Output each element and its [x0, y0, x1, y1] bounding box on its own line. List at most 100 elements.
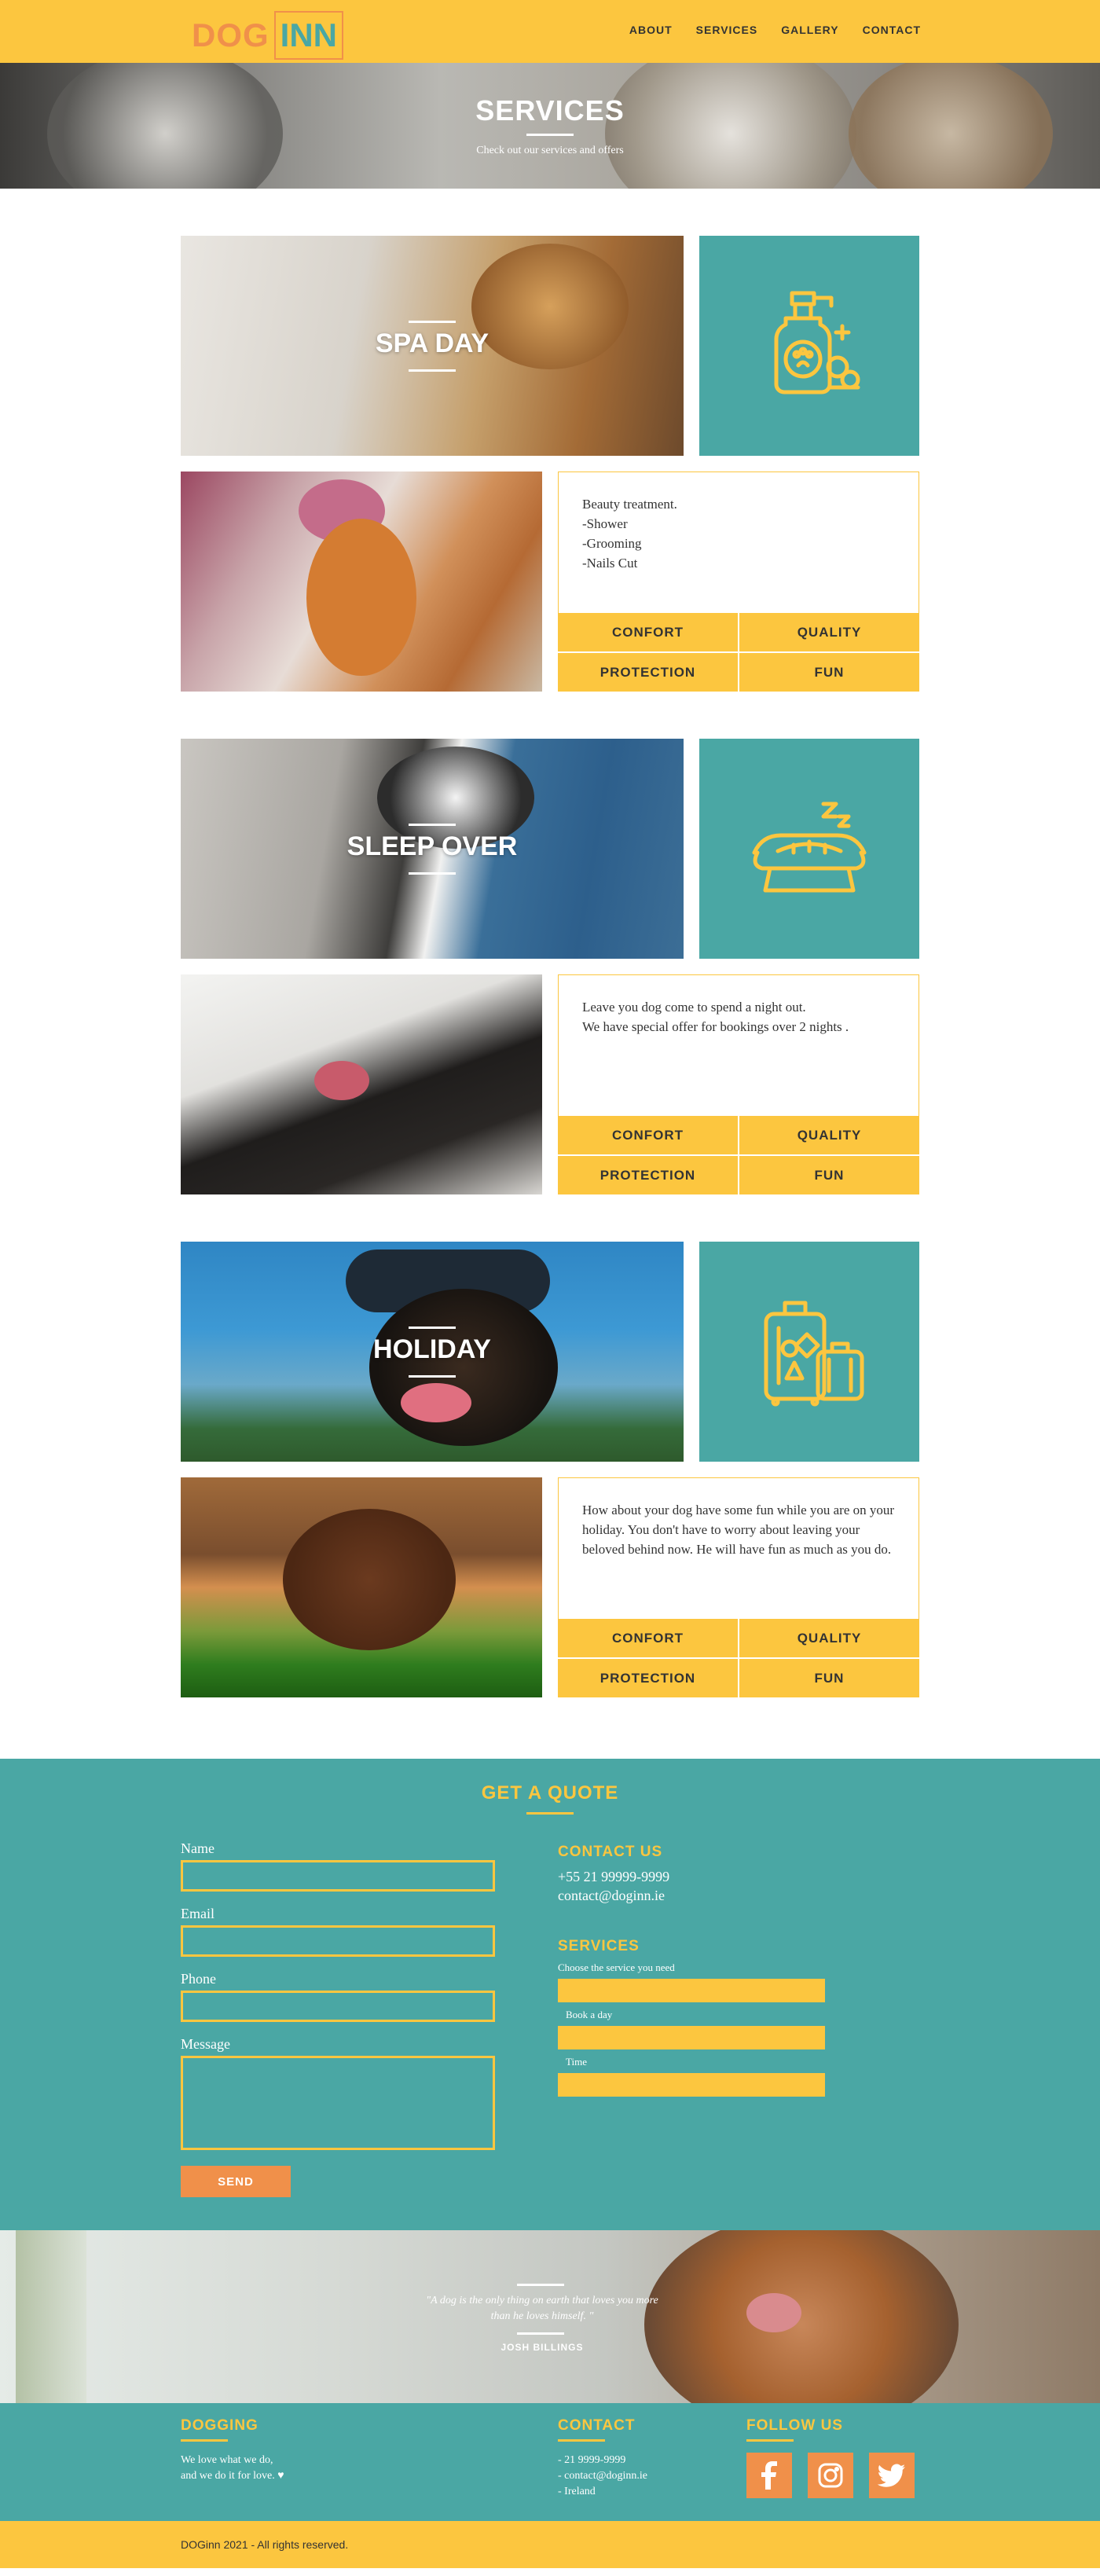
nav-link-services[interactable]: SERVICES: [696, 24, 758, 36]
tag-quality: QUALITY: [739, 1116, 919, 1154]
footer: DOGGING We love what we do, and we do it…: [0, 2403, 1100, 2521]
service-holiday: HOLIDAY How about your dog have some fun…: [0, 1242, 1100, 1745]
services-picker: SERVICES Choose the service you need Boo…: [558, 1938, 825, 2100]
service-title: SPA DAY: [375, 328, 490, 358]
banner-line-top: [409, 1327, 456, 1329]
tag-quality: QUALITY: [739, 613, 919, 651]
phone-label: Phone: [181, 1971, 216, 1987]
banner-line-top: [409, 321, 456, 323]
tag-confort: CONFORT: [558, 613, 738, 651]
footer-contact: CONTACT - 21 9999-9999 - contact@doginn.…: [558, 2417, 647, 2500]
shampoo-bottle-icon: [774, 291, 860, 394]
title-underline: [526, 134, 574, 136]
luggage-icon: [764, 1301, 864, 1407]
banner-line-bottom: [409, 369, 456, 372]
tag-fun: FUN: [739, 653, 919, 692]
footer-contact-heading: CONTACT: [558, 2417, 636, 2434]
tag-protection: PROTECTION: [558, 1156, 738, 1194]
time-label: Time: [566, 2056, 587, 2068]
footer-follow: FOLLOW US: [746, 2417, 915, 2498]
dog-bed-icon: [752, 802, 867, 893]
contact-us-block: CONTACT US +55 21 99999-9999 contact@dog…: [558, 1844, 841, 1905]
service-photo: [181, 974, 542, 1194]
footer-follow-underline: [746, 2439, 794, 2442]
message-field[interactable]: [181, 2056, 495, 2150]
send-button[interactable]: SEND: [181, 2166, 291, 2197]
tag-protection: PROTECTION: [558, 653, 738, 692]
services-heading: SERVICES: [558, 1938, 640, 1954]
footer-brand-underline: [181, 2439, 228, 2442]
name-field[interactable]: [181, 1860, 495, 1892]
service-icon-box: [699, 1242, 919, 1462]
message-label: Message: [181, 2036, 230, 2052]
service-info-card: Leave you dog come to spend a night out.…: [558, 974, 919, 1194]
social-links: [746, 2453, 915, 2498]
testimonial-section: "A dog is the only thing on earth that l…: [0, 2230, 1100, 2403]
footer-brand-heading: DOGGING: [181, 2417, 258, 2434]
testimonial-line-top: [517, 2284, 564, 2286]
footer-brand-text: We love what we do, and we do it for lov…: [181, 2454, 284, 2482]
service-sleep-over: SLEEP OVER Leave you dog come to spend a…: [0, 739, 1100, 1242]
instagram-button[interactable]: [808, 2453, 853, 2498]
service-info-card: Beauty treatment. -Shower -Grooming -Nai…: [558, 472, 919, 692]
service-tags: CONFORT QUALITY PROTECTION FUN: [558, 613, 919, 692]
twitter-icon: [878, 2464, 905, 2487]
quote-section: GET A QUOTE Name Email Phone Message SEN…: [0, 1759, 1100, 2230]
book-day-select[interactable]: [558, 2026, 825, 2049]
page-title: SERVICES: [475, 94, 625, 127]
contact-email[interactable]: contact@doginn.ie: [558, 1886, 841, 1905]
copyright-bar: DOGinn 2021 - All rights reserved.: [0, 2521, 1100, 2568]
quote-form: Name Email Phone Message SEND: [181, 1840, 495, 2197]
name-label: Name: [181, 1840, 214, 1856]
phone-field[interactable]: [181, 1991, 495, 2022]
banner-line-bottom: [409, 1375, 456, 1378]
service-banner: SLEEP OVER: [181, 739, 684, 959]
testimonial-author: JOSH BILLINGS: [500, 2342, 584, 2353]
service-icon-box: [699, 236, 919, 456]
page-subtitle: Check out our services and offers: [476, 145, 624, 156]
tag-protection: PROTECTION: [558, 1659, 738, 1697]
copyright-text: DOGinn 2021 - All rights reserved.: [181, 2538, 349, 2551]
service-description: How about your dog have some fun while y…: [582, 1503, 895, 1557]
contact-us-heading: CONTACT US: [558, 1844, 663, 1860]
service-select[interactable]: [558, 1979, 825, 2002]
dog-photo: [644, 2230, 959, 2403]
email-field[interactable]: [181, 1925, 495, 1957]
footer-contact-underline: [558, 2439, 605, 2442]
nav-link-gallery[interactable]: GALLERY: [781, 24, 838, 36]
service-info-card: How about your dog have some fun while y…: [558, 1477, 919, 1697]
footer-brand: DOGGING We love what we do, and we do it…: [181, 2417, 284, 2484]
testimonial-quote: "A dog is the only thing on earth that l…: [426, 2295, 658, 2322]
service-title: HOLIDAY: [373, 1334, 491, 1364]
service-photo: [181, 472, 542, 692]
banner-line-bottom: [409, 872, 456, 875]
tag-confort: CONFORT: [558, 1619, 738, 1657]
email-label: Email: [181, 1906, 214, 1921]
nav-links: ABOUT SERVICES GALLERY CONTACT: [629, 24, 921, 36]
tag-confort: CONFORT: [558, 1116, 738, 1154]
service-description: Beauty treatment. -Shower -Grooming -Nai…: [582, 497, 677, 571]
logo-inn-text: INN: [273, 11, 344, 60]
facebook-button[interactable]: [746, 2453, 792, 2498]
footer-contact-text: - 21 9999-9999 - contact@doginn.ie - Ire…: [558, 2454, 647, 2497]
contact-phone: +55 21 99999-9999: [558, 1869, 670, 1884]
service-title: SLEEP OVER: [346, 831, 518, 861]
time-select[interactable]: [558, 2073, 825, 2097]
hero-banner: SERVICES Check out our services and offe…: [0, 63, 1100, 189]
service-banner: HOLIDAY: [181, 1242, 684, 1462]
quote-title: GET A QUOTE: [481, 1782, 619, 1804]
tag-fun: FUN: [739, 1156, 919, 1194]
services-hint: Choose the service you need: [558, 1961, 675, 1973]
plant-photo: [16, 2230, 86, 2403]
site-logo[interactable]: DOG INN: [192, 11, 344, 60]
footer-follow-heading: FOLLOW US: [746, 2417, 843, 2434]
book-day-label: Book a day: [566, 2009, 613, 2020]
service-tags: CONFORT QUALITY PROTECTION FUN: [558, 1116, 919, 1194]
instagram-icon: [818, 2463, 843, 2488]
nav-link-about[interactable]: ABOUT: [629, 24, 673, 36]
quote-title-underline: [526, 1812, 574, 1815]
logo-dog-text: DOG: [192, 17, 270, 53]
service-description: Leave you dog come to spend a night out.…: [582, 1000, 849, 1034]
nav-link-contact[interactable]: CONTACT: [863, 24, 921, 36]
twitter-button[interactable]: [869, 2453, 915, 2498]
